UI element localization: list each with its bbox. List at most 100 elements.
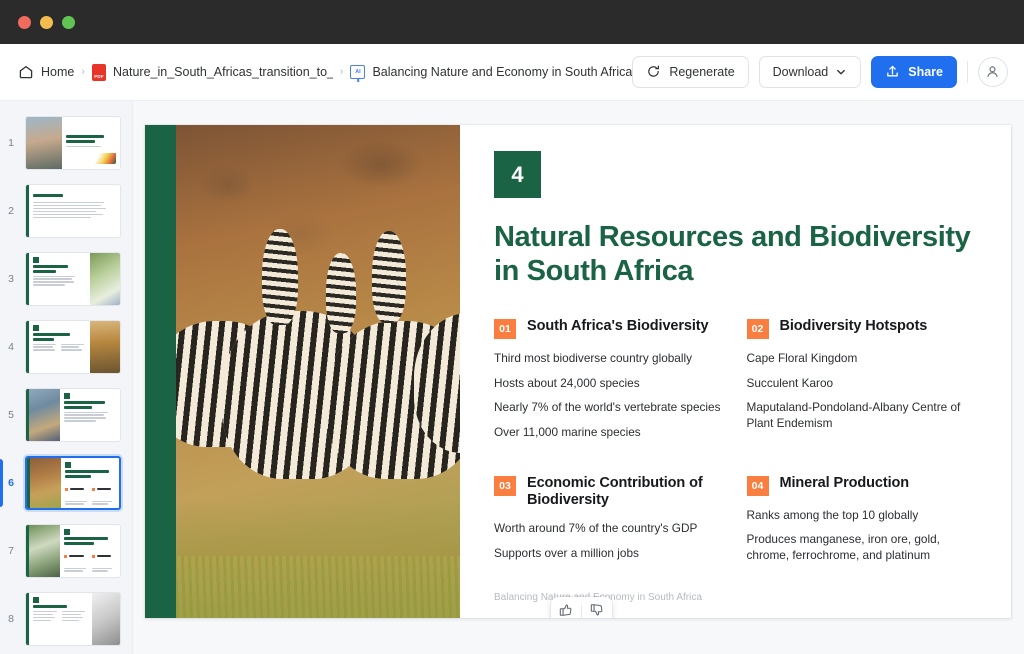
thumbs-down-button[interactable] [582,597,612,618]
thumbnail-body [61,458,119,508]
share-upload-icon [885,64,901,80]
section-bullet: Over 11,000 marine species [494,425,729,441]
slide-number: 6 [4,477,18,489]
thumbnail-photo [29,525,60,577]
slide-section-03: 03 Economic Contribution of Biodiversity… [494,475,729,564]
sidebar-slide-6[interactable]: 6 [0,449,132,517]
thumbnail-body [60,389,120,441]
breadcrumb-item-home[interactable]: Home [18,64,74,80]
slide-section-01: 01 South Africa's Biodiversity Third mos… [494,318,729,440]
download-label: Download [773,65,829,79]
breadcrumb-source-file-label: Nature_in_South_Africas_transition_to_su… [113,65,333,79]
thumbnail-body [29,321,90,373]
refresh-icon [646,64,662,80]
section-number-badge: 04 [747,476,769,496]
slide-thumbnail[interactable] [25,252,121,306]
slide-thumbnail[interactable] [25,592,121,646]
section-title: Biodiversity Hotspots [780,318,928,335]
slide-content: 4 Natural Resources and Biodiversity in … [460,125,1011,618]
slide-number: 2 [4,205,18,217]
section-bullet: Nearly 7% of the world's vertebrate spec… [494,400,729,416]
thumbnail-body [29,185,120,237]
section-number-badge: 03 [494,476,516,496]
slide-thumbnail-selected[interactable] [25,456,121,510]
slide-number: 5 [4,409,18,421]
breadcrumb-item-source-file[interactable]: PDF Nature_in_South_Africas_transition_t… [92,64,333,81]
slide-number: 7 [4,545,18,557]
active-slide[interactable]: 4 Natural Resources and Biodiversity in … [145,125,1011,618]
slide-number: 3 [4,273,18,285]
section-bullet: Produces manganese, iron ore, gold, chro… [747,532,982,563]
breadcrumb-separator-1: › [81,66,85,78]
thumbs-up-icon [559,603,573,618]
thumbnail-photo [90,321,120,373]
header-divider [967,61,968,83]
section-number-badge: 01 [494,319,516,339]
slide-title: Natural Resources and Biodiversity in So… [494,221,974,288]
slide-sections-grid: 01 South Africa's Biodiversity Third mos… [494,318,981,563]
section-number-badge: 02 [747,319,769,339]
app-header: Home › PDF Nature_in_South_Africas_trans… [0,44,1024,101]
sidebar-slide-3[interactable]: 3 [0,245,132,313]
section-title: Economic Contribution of Biodiversity [527,475,729,510]
breadcrumb-deck-label: Balancing Nature and Economy in South Af… [372,65,632,79]
app-body: 1 2 [0,101,1024,654]
sidebar-slide-4[interactable]: 4 [0,313,132,381]
section-bullet: Ranks among the top 10 globally [747,508,982,524]
pdf-file-icon: PDF [92,64,106,81]
maximize-window-button[interactable] [62,16,75,29]
thumbnail-photo [26,117,62,169]
thumbnail-body [62,117,120,169]
regenerate-label: Regenerate [669,65,734,79]
thumbs-down-icon [590,603,604,618]
section-title: Mineral Production [780,475,910,492]
slide-thumbnail[interactable] [25,184,121,238]
slide-accent-stripe [145,125,176,618]
slide-thumbnail[interactable] [25,524,121,578]
thumbnail-photo [30,458,61,508]
home-icon [18,64,34,80]
section-bullet: Maputaland-Pondoland-Albany Centre of Pl… [747,400,982,431]
thumbnail-body [29,593,92,645]
minimize-window-button[interactable] [40,16,53,29]
share-button[interactable]: Share [871,56,957,88]
thumbs-up-button[interactable] [551,597,581,618]
section-bullet: Worth around 7% of the country's GDP [494,521,729,537]
sidebar-slide-1[interactable]: 1 [0,109,132,177]
thumbnail-body [29,253,90,305]
regenerate-button[interactable]: Regenerate [632,56,748,88]
slide-stage: 4 Natural Resources and Biodiversity in … [133,101,1024,654]
sidebar-slide-2[interactable]: 2 [0,177,132,245]
sidebar-slide-8[interactable]: 8 [0,585,132,653]
section-bullet: Supports over a million jobs [494,546,729,562]
thumbnail-photo [92,593,120,645]
thumbnail-photo [90,253,120,305]
slide-photo-zebras [176,125,460,618]
section-bullet: Third most biodiverse country globally [494,351,729,367]
thumbnail-body [60,525,120,577]
slide-number-badge: 4 [494,151,541,198]
share-label: Share [908,65,943,79]
breadcrumb: Home › PDF Nature_in_South_Africas_trans… [18,64,632,81]
sidebar-slide-5[interactable]: 5 [0,381,132,449]
slide-thumbnail-sidebar[interactable]: 1 2 [0,101,133,654]
slide-thumbnail[interactable] [25,388,121,442]
header-actions: Regenerate Download Share [632,56,1008,88]
presentation-deck-icon: AI [350,65,365,79]
sidebar-slide-7[interactable]: 7 [0,517,132,585]
section-title: South Africa's Biodiversity [527,318,709,335]
user-account-button[interactable] [978,57,1008,87]
download-button[interactable]: Download [759,56,862,88]
slide-section-04: 04 Mineral Production Ranks among the to… [747,475,982,564]
window-titlebar [0,0,1024,44]
user-avatar-icon [985,64,1001,80]
slide-thumbnail[interactable] [25,116,121,170]
section-bullet: Succulent Karoo [747,376,982,392]
slide-thumbnail[interactable] [25,320,121,374]
slide-number: 4 [4,341,18,353]
breadcrumb-home-label: Home [41,65,74,79]
breadcrumb-separator-2: › [340,66,344,78]
slide-number: 8 [4,613,18,625]
breadcrumb-item-deck[interactable]: AI Balancing Nature and Economy in South… [350,65,632,79]
close-window-button[interactable] [18,16,31,29]
